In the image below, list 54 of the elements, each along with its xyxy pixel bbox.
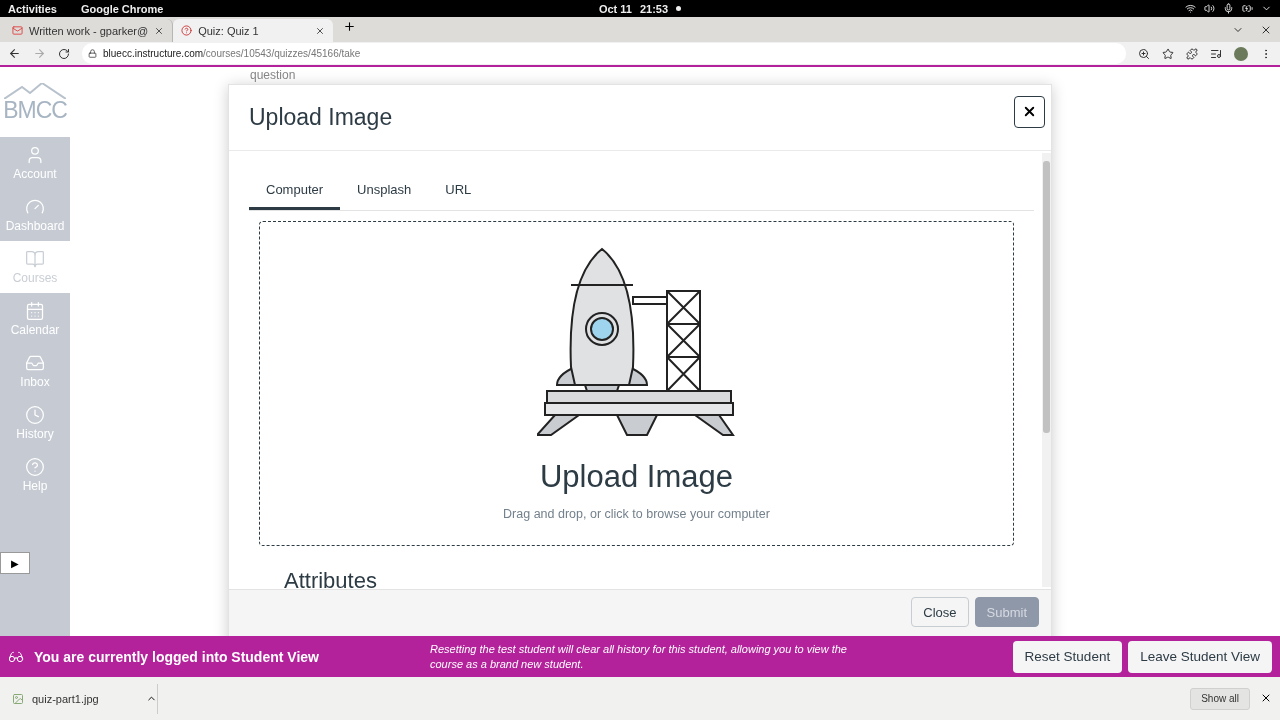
source-tab[interactable]: Computer bbox=[249, 171, 341, 210]
scrollbar[interactable] bbox=[1042, 153, 1051, 587]
drop-zone[interactable]: Upload Image Drag and drop, or click to browse your computer bbox=[259, 221, 1014, 546]
avatar[interactable] bbox=[1234, 46, 1248, 61]
activities-button[interactable]: Activities bbox=[8, 2, 57, 15]
zoom-icon[interactable] bbox=[1138, 47, 1150, 60]
close-button[interactable]: Close bbox=[911, 597, 969, 627]
drop-heading: Upload Image bbox=[540, 459, 733, 495]
source-tab[interactable]: URL bbox=[428, 171, 489, 210]
section-heading: Attributes bbox=[284, 568, 378, 589]
banner-note: Resetting the test student will clear all history for this student, allowing you to view the course as a brand new student. bbox=[430, 641, 848, 672]
banner-message: You are currently logged into Student View bbox=[34, 648, 320, 665]
drop-hint: Drag and drop, or click to browse your computer bbox=[503, 507, 770, 521]
banner-button[interactable]: Leave Student View bbox=[1128, 640, 1272, 673]
reload-icon[interactable] bbox=[58, 47, 70, 60]
close-button[interactable] bbox=[1014, 95, 1045, 128]
banner-button[interactable]: Reset Student bbox=[1012, 640, 1123, 673]
browser-tab[interactable]: Quiz: Quiz 1 bbox=[173, 19, 334, 42]
clock-icon bbox=[25, 405, 45, 425]
address-bar[interactable]: bluecc.instructure.com/courses/10543/quizzes/45166/take bbox=[82, 43, 1126, 64]
battery-icon bbox=[1242, 3, 1253, 14]
wifi-icon bbox=[1185, 3, 1196, 14]
close-icon[interactable] bbox=[154, 25, 165, 36]
expand-button[interactable]: ▶ bbox=[0, 552, 30, 574]
help-icon bbox=[25, 457, 45, 477]
close-icon bbox=[1022, 104, 1037, 119]
media-icon[interactable] bbox=[1210, 47, 1222, 60]
puzzle-icon[interactable] bbox=[1186, 47, 1198, 60]
image-file-icon bbox=[12, 692, 24, 705]
back-icon[interactable] bbox=[8, 47, 21, 60]
clock-text: 21:53 bbox=[639, 2, 669, 15]
close-icon[interactable] bbox=[315, 25, 326, 36]
microphone-icon bbox=[1223, 3, 1234, 14]
lock-icon bbox=[88, 49, 97, 58]
date-text: Oct 11 bbox=[598, 2, 632, 15]
show-all-button[interactable]: Show all bbox=[1190, 687, 1250, 710]
dialog-title: Upload Image bbox=[249, 104, 394, 131]
status-dot bbox=[676, 6, 682, 11]
app-menu[interactable]: Google Chrome bbox=[80, 2, 164, 15]
mountain-icon bbox=[4, 82, 66, 99]
logo-text: BMCC bbox=[3, 98, 67, 122]
star-icon[interactable] bbox=[1162, 47, 1174, 60]
book-icon bbox=[25, 249, 45, 269]
download-item[interactable]: quiz-part1.jpg bbox=[32, 692, 138, 705]
url-host: bluecc.instructure.com bbox=[103, 48, 204, 59]
mail-icon bbox=[12, 25, 23, 36]
url-path: /courses/10543/quizzes/45166/take bbox=[203, 48, 361, 59]
quiz-icon bbox=[181, 25, 193, 36]
question-text: question bbox=[250, 68, 296, 82]
volume-icon bbox=[1204, 3, 1215, 14]
inbox-icon bbox=[25, 353, 45, 373]
calendar-icon bbox=[25, 301, 45, 321]
source-tab[interactable]: Unsplash bbox=[340, 171, 429, 210]
new-tab-icon[interactable] bbox=[343, 20, 357, 33]
